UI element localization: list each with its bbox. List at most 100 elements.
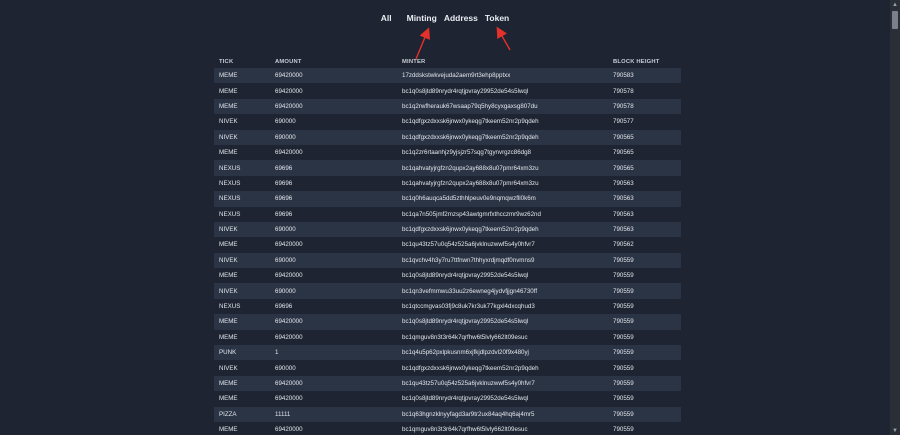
- cell-tick: MEME: [219, 426, 238, 434]
- cell-amount: 69420000: [275, 333, 303, 341]
- cell-minter: bc1qdfgxzdxxsk6jnwx0ykeqg7tkeem52nr2p9qd…: [402, 118, 539, 126]
- table-row[interactable]: MEME 69420000 bc1qmguv8n3t3r64k7qrfhw6t5lv…: [214, 329, 681, 346]
- table-row[interactable]: MEME 69420000 bc1qu43tz57u0q54z525a6jvklnu…: [214, 237, 681, 253]
- cell-block-height: 790578: [613, 102, 634, 110]
- cell-block-height: 790583: [613, 72, 634, 80]
- table-row[interactable]: MEME 69420000 bc1q2zr6rtaanhjz9yjsjzr57sqg…: [214, 144, 681, 161]
- nav-minting-link[interactable]: Minting: [407, 13, 437, 23]
- cell-minter: bc1q0s8jtd89nrydr4rqtjpvray29952de54s5lw…: [402, 318, 529, 326]
- scroll-up-arrow-icon[interactable]: ▲: [890, 0, 900, 9]
- scroll-down-arrow-icon[interactable]: ▼: [890, 426, 900, 435]
- cell-minter: bc1q0s8jtd89nrydr4rqtjpvray29952de54s5lw…: [402, 272, 529, 280]
- top-nav: All Minting Address Token: [0, 13, 890, 23]
- cell-minter: bc1qn3vefmmwu33uu2z6ewneg4jydvfjjgn46730…: [402, 287, 538, 295]
- header-tick: TICK: [219, 59, 234, 65]
- cell-tick: MEME: [219, 72, 238, 80]
- cell-block-height: 790559: [613, 287, 634, 295]
- cell-tick: NIVEK: [219, 226, 238, 234]
- cell-minter: bc1qdfgxzdxxsk6jnwx0ykeqg7tkeem52nr2p9qd…: [402, 364, 539, 372]
- cell-minter: bc1qdfgxzdxxsk6jnwx0ykeqg7tkeem52nr2p9qd…: [402, 226, 539, 234]
- scrollbar-thumb[interactable]: [892, 11, 898, 29]
- table-row[interactable]: MEME 69420000 bc1q0s8jtd89nrydr4rqtjpvray2…: [214, 391, 681, 407]
- table-row[interactable]: MEME 69420000 bc1q2rwfherauk67wsaap79q5hy8…: [214, 98, 681, 115]
- arrow-to-minting: [415, 27, 430, 60]
- nav-token-link[interactable]: Token: [485, 13, 509, 23]
- cell-minter: bc1q2rwfherauk67wsaap79q5hy8cyxgaxsg807d…: [402, 102, 538, 110]
- cell-tick: NIVEK: [219, 133, 238, 141]
- table-row[interactable]: MEME 69420000 bc1qu43tz57u0q54z525a6jvklnu…: [214, 375, 681, 392]
- cell-minter: bc1qahvatyjrgfzn2qupx2ay688x8u07pmr64xm3…: [402, 164, 539, 172]
- cell-block-height: 790559: [613, 256, 634, 264]
- page: All Minting Address Token TICK AMOUNT MI…: [0, 0, 900, 435]
- cell-amount: 69420000: [275, 149, 303, 157]
- cell-amount: 69420000: [275, 395, 303, 403]
- cell-block-height: 790578: [613, 87, 634, 95]
- cell-block-height: 790563: [613, 179, 634, 187]
- cell-amount: 11111: [275, 410, 291, 418]
- cell-block-height: 790577: [613, 118, 634, 126]
- table-row[interactable]: NEXUS 69696 bc1qtccmgvas03fj9c8uk7kr3uk77k…: [214, 298, 681, 315]
- cell-tick: MEME: [219, 102, 238, 110]
- cell-amount: 69420000: [275, 380, 303, 387]
- table-row[interactable]: NIVEK 690000 bc1qdfgxzdxxsk6jnwx0ykeqg7tke…: [214, 129, 681, 145]
- cell-block-height: 790559: [613, 349, 634, 357]
- cell-amount: 690000: [275, 256, 296, 264]
- cell-tick: MEME: [219, 380, 238, 387]
- table-row[interactable]: MEME 69420000 bc1qmguv8n3t3r64k7qrfhw6t5lv…: [214, 421, 681, 435]
- header-amount: AMOUNT: [275, 59, 302, 65]
- cell-block-height: 790559: [613, 333, 634, 341]
- table-row[interactable]: NEXUS 69696 bc1qa7n505jmf2mzsp43awtgmrfxth…: [214, 206, 681, 222]
- table-row[interactable]: NIVEK 690000 bc1qdfgxzdxxsk6jnwx0ykeqg7tke…: [214, 360, 681, 376]
- table-row[interactable]: NIVEK 690000 bc1qdfgxzdxxsk6jnwx0ykeqg7tke…: [214, 221, 681, 238]
- table-row[interactable]: MEME 69420000 bc1q0s8jtd89nrydr4rqtjpvray2…: [214, 314, 681, 330]
- cell-block-height: 790562: [613, 241, 634, 249]
- table-row[interactable]: NIVEK 690000 bc1qvchv4h3y7ru7ttfnwn7thhyxr…: [214, 252, 681, 269]
- table-row[interactable]: NEXUS 69696 bc1qahvatyjrgfzn2qupx2ay688x8u…: [214, 160, 681, 176]
- cell-amount: 69696: [275, 303, 293, 311]
- table-row[interactable]: PIZZA 11111 bc1q63hgnzklnyyfagd3ar9tr2ux84…: [214, 406, 681, 422]
- cell-minter: bc1qa7n505jmf2mzsp43awtgmrfxthcczmr9wz62…: [402, 210, 541, 218]
- table-row[interactable]: MEME 69420000 bc1q0s8jtd89nrydr4rqtjpvray2…: [214, 268, 681, 284]
- cell-tick: NIVEK: [219, 287, 238, 295]
- cell-tick: MEME: [219, 241, 238, 249]
- cell-minter: bc1q63hgnzklnyyfagd3ar9tr2ux84aq4hq6aj4m…: [402, 410, 535, 418]
- cell-tick: MEME: [219, 272, 238, 280]
- cell-amount: 69420000: [275, 102, 303, 110]
- table-row[interactable]: MEME 69420000 bc1q0s8jtd89nrydr4rqtjpvray2…: [214, 83, 681, 99]
- cell-tick: NEXUS: [219, 210, 241, 218]
- cell-amount: 69420000: [275, 72, 303, 80]
- cell-amount: 69696: [275, 164, 293, 172]
- cell-minter: bc1qu43tz57u0q54z525a6jvklnuzwwf5s4y0hfv…: [402, 241, 535, 249]
- nav-all-link[interactable]: All: [381, 13, 392, 23]
- mint-table-container: TICK AMOUNT MINTER BLOCK HEIGHT MEME 6942…: [214, 56, 681, 435]
- cell-minter: bc1qmguv8n3t3r64k7qrfhw6t5lvly662lt09esu…: [402, 426, 528, 434]
- table-body: MEME 69420000 17zddskstwkvejuda2aem9rt3ehp…: [214, 68, 681, 435]
- table-row[interactable]: NEXUS 69696 bc1qahvatyjrgfzn2qupx2ay688x8u…: [214, 175, 681, 192]
- table-row[interactable]: NEXUS 69696 bc1q0h6auqca5dd5zthhlpeuv0e9nq…: [214, 191, 681, 207]
- cell-amount: 69696: [275, 195, 293, 203]
- cell-minter: bc1q2zr6rtaanhjz9yjsjzr57sqg7tgynvrgzc86…: [402, 149, 531, 157]
- annotation-arrows: [415, 26, 511, 60]
- table-row[interactable]: NIVEK 690000 bc1qdfgxzdxxsk6jnwx0ykeqg7tke…: [214, 114, 681, 130]
- cell-block-height: 790559: [613, 426, 634, 434]
- cell-block-height: 790559: [613, 318, 634, 326]
- nav-address-link[interactable]: Address: [444, 13, 478, 23]
- cell-tick: NEXUS: [219, 179, 241, 187]
- header-minter: MINTER: [402, 59, 426, 65]
- cell-amount: 1: [275, 349, 279, 357]
- cell-block-height: 790563: [613, 226, 634, 234]
- cell-amount: 690000: [275, 118, 296, 126]
- table-row[interactable]: NIVEK 690000 bc1qn3vefmmwu33uu2z6ewneg4jyd…: [214, 283, 681, 299]
- table-row[interactable]: MEME 69420000 17zddskstwkvejuda2aem9rt3ehp…: [214, 68, 681, 84]
- cell-block-height: 790559: [613, 272, 634, 280]
- cell-block-height: 790563: [613, 210, 634, 218]
- table-row[interactable]: PUNK 1 bc1q4u5p62pxlpkusnm6xjfkjdlpzdvl20f…: [214, 345, 681, 361]
- cell-tick: MEME: [219, 318, 238, 326]
- cell-amount: 69696: [275, 210, 293, 218]
- cell-block-height: 790559: [613, 364, 634, 372]
- vertical-scrollbar[interactable]: ▲ ▼: [890, 0, 900, 435]
- cell-block-height: 790563: [613, 195, 634, 203]
- cell-amount: 690000: [275, 133, 296, 141]
- cell-tick: PUNK: [219, 349, 237, 357]
- cell-block-height: 790565: [613, 133, 634, 141]
